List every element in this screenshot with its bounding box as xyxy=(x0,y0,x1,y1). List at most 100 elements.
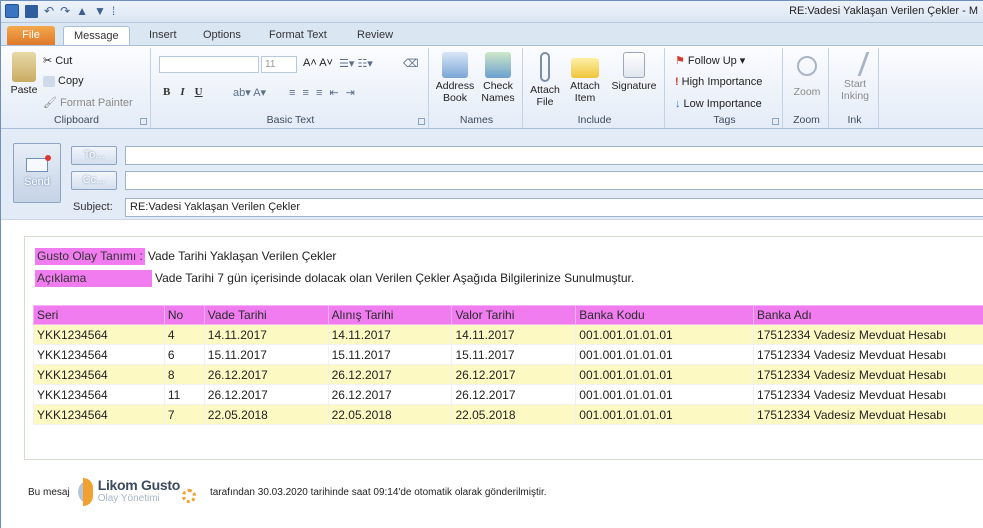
col-alinis-tarihi: Alınış Tarihi xyxy=(327,305,453,325)
col-banka-adi: Banka Adı xyxy=(753,305,983,325)
bold-icon[interactable]: B xyxy=(163,86,170,98)
check-names-button[interactable]: Check Names xyxy=(477,52,519,104)
font-size-select[interactable]: 11 xyxy=(261,56,297,73)
tab-options[interactable]: Options xyxy=(193,26,251,45)
tab-review[interactable]: Review xyxy=(347,26,403,45)
ribbon-tabs: File Message Insert Options Format Text … xyxy=(1,23,983,45)
col-seri: Seri xyxy=(33,305,165,325)
exclamation-icon: ! xyxy=(675,76,679,88)
arrow-up-icon[interactable]: ▲ xyxy=(76,4,88,18)
group-include: Attach File Attach Item Signature Includ… xyxy=(525,48,665,128)
outlook-app-icon[interactable] xyxy=(5,4,19,18)
description-value: Vade Tarihi 7 gün içerisinde dolacak ola… xyxy=(155,271,635,285)
customize-toolbar-icon[interactable]: ⁞ xyxy=(112,4,115,18)
group-ink: Start Inking Ink xyxy=(831,48,879,128)
arrow-down-icon: ↓ xyxy=(675,98,681,110)
grow-font-icon[interactable]: A˄ A˅ xyxy=(303,57,333,69)
notification-card: Gusto Olay Tanımı : Vade Tarihi Yaklaşan… xyxy=(24,236,983,460)
check-names-icon xyxy=(485,52,511,78)
scissors-icon: ✂ xyxy=(43,55,53,67)
table-row: YKK1234564 11 26.12.2017 26.12.2017 26.12.20… xyxy=(33,384,983,405)
event-row: Gusto Olay Tanımı : Vade Tarihi Yaklaşan… xyxy=(35,247,336,265)
col-banka-kodu: Banka Kodu xyxy=(575,305,755,325)
address-book-icon xyxy=(442,52,468,78)
undo-icon[interactable]: ↶ xyxy=(44,4,54,18)
table-row: YKK1234564 4 14.11.2017 14.11.2017 14.11.201… xyxy=(33,324,983,345)
send-button[interactable]: Send xyxy=(13,143,61,203)
copy-icon xyxy=(43,75,55,87)
clipboard-launcher-icon[interactable] xyxy=(140,118,147,125)
description-row: Açıklama Vade Tarihi 7 gün içerisinde do… xyxy=(35,269,634,287)
group-names: Address Book Check Names Names xyxy=(431,48,523,128)
footer-suffix: tarafından 30.03.2020 tarihinde saat 09:… xyxy=(209,486,547,498)
title-bar: ↶ ↷ ▲ ▼ ⁞ RE:Vadesi Yaklaşan Verilen Çek… xyxy=(1,1,983,23)
subject-label: Subject: xyxy=(73,201,113,213)
event-label: Gusto Olay Tanımı : xyxy=(35,247,145,265)
basic-text-launcher-icon[interactable] xyxy=(418,118,425,125)
tags-launcher-icon[interactable] xyxy=(772,118,779,125)
envelope-icon xyxy=(571,58,599,78)
underline-icon[interactable]: U xyxy=(195,86,203,98)
font-style-buttons[interactable]: BIU xyxy=(163,86,203,98)
address-book-button[interactable]: Address Book xyxy=(435,52,475,104)
cheque-table: Seri No Vade Tarihi Alınış Tarihi Valor … xyxy=(33,305,983,425)
message-header: Send To... Cc... Subject: RE:Vadesi Yakl… xyxy=(1,129,983,219)
cut-button[interactable]: ✂ Cut xyxy=(43,54,72,68)
message-body[interactable]: Gusto Olay Tanımı : Vade Tarihi Yaklaşan… xyxy=(1,219,983,528)
to-button[interactable]: To... xyxy=(71,146,117,165)
footer-note: Bu mesaj Likom Gusto Olay Yönetimi taraf… xyxy=(28,475,547,509)
col-valor-tarihi: Valor Tarihi xyxy=(451,305,577,325)
follow-up-button[interactable]: ⚑ Follow Up ▾ xyxy=(675,54,745,68)
to-input[interactable] xyxy=(125,146,983,165)
logo-mark-icon xyxy=(77,478,96,506)
table-row: YKK1234564 6 15.11.2017 15.11.2017 15.11.201… xyxy=(33,344,983,365)
group-zoom: Zoom Zoom xyxy=(785,48,829,128)
send-envelope-icon xyxy=(26,155,51,172)
clear-format-icon[interactable]: ⌫ xyxy=(403,57,419,70)
tab-file[interactable]: File xyxy=(7,26,55,45)
pen-icon xyxy=(840,52,870,76)
signature-pen-icon xyxy=(623,52,645,78)
tab-insert[interactable]: Insert xyxy=(139,26,187,45)
signature-button[interactable]: Signature xyxy=(607,52,661,92)
outlook-message-window: ↶ ↷ ▲ ▼ ⁞ RE:Vadesi Yaklaşan Verilen Çek… xyxy=(0,0,983,528)
bullets-icon[interactable]: ☰▾ ☷▾ xyxy=(339,57,373,70)
group-tags: ⚑ Follow Up ▾ ! High Importance ↓ Low Import… xyxy=(667,48,783,128)
event-value: Vade Tarihi Yaklaşan Verilen Çekler xyxy=(147,249,337,263)
quick-access-toolbar: ↶ ↷ ▲ ▼ ⁞ xyxy=(5,4,115,18)
tab-format-text[interactable]: Format Text xyxy=(259,26,337,45)
paste-button[interactable]: Paste xyxy=(7,52,41,96)
window-title: RE:Vadesi Yaklaşan Verilen Çekler - M xyxy=(789,5,978,17)
highlight-icon[interactable]: ab▾ A▾ xyxy=(233,86,266,99)
footer-prefix: Bu mesaj xyxy=(28,486,70,498)
save-icon[interactable] xyxy=(25,4,38,18)
font-name-select[interactable] xyxy=(159,56,259,73)
clipboard-icon xyxy=(12,52,36,82)
start-inking-button[interactable]: Start Inking xyxy=(835,52,875,102)
format-painter-button[interactable]: 🖌 Format Painter xyxy=(43,96,133,110)
low-importance-button[interactable]: ↓ Low Importance xyxy=(675,98,762,110)
align-icons[interactable]: ≡ ≡ ≡ ⇤ ⇥ xyxy=(289,86,357,99)
subject-input[interactable]: RE:Vadesi Yaklaşan Verilen Çekler xyxy=(125,198,983,217)
high-importance-button[interactable]: ! High Importance xyxy=(675,76,762,88)
attach-item-button[interactable]: Attach Item xyxy=(565,52,605,104)
arrow-down-icon[interactable]: ▼ xyxy=(94,4,106,18)
magnifier-icon xyxy=(797,56,817,76)
col-no: No xyxy=(163,305,205,325)
attach-file-button[interactable]: Attach File xyxy=(527,52,563,108)
redo-icon[interactable]: ↷ xyxy=(60,4,70,18)
copy-button[interactable]: Copy xyxy=(43,75,84,87)
paperclip-icon xyxy=(540,52,550,82)
spinner-icon xyxy=(181,489,196,503)
table-row: YKK1234564 7 22.05.2018 22.05.2018 22.05.201… xyxy=(33,404,983,425)
italic-icon[interactable]: I xyxy=(180,86,184,98)
cc-button[interactable]: Cc... xyxy=(71,171,117,190)
cc-input[interactable] xyxy=(125,171,983,190)
flag-icon: ⚑ xyxy=(675,55,685,67)
tab-message[interactable]: Message xyxy=(63,26,130,45)
table-header-row: Seri No Vade Tarihi Alınış Tarihi Valor … xyxy=(33,305,983,325)
zoom-button[interactable]: Zoom xyxy=(789,52,825,98)
likom-gusto-logo: Likom Gusto Olay Yönetimi xyxy=(77,477,204,506)
logo-brand: Likom Gusto xyxy=(97,477,181,493)
table-row: YKK1234564 8 26.12.2017 26.12.2017 26.12.201… xyxy=(33,364,983,385)
